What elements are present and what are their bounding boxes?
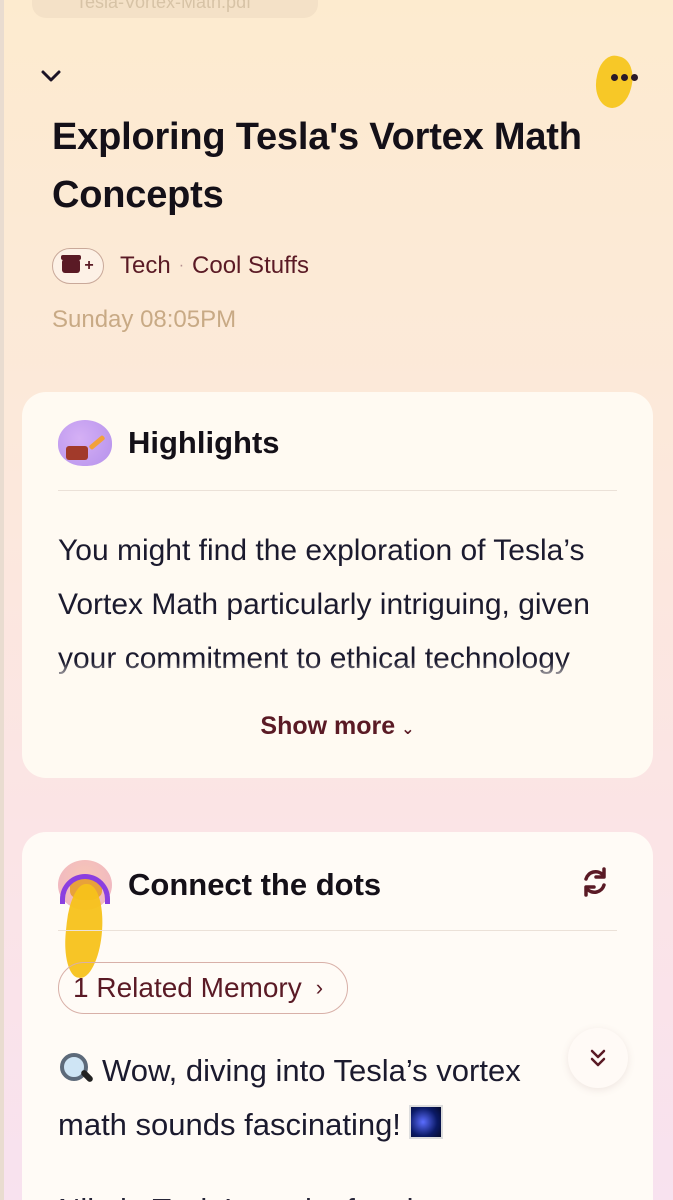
connect-dots-text: Wow, diving into Tesla’s vortex math sou… (58, 1044, 578, 1152)
show-more-label: Show more (260, 712, 396, 740)
tag-tech[interactable]: Tech (120, 252, 171, 280)
timestamp: Sunday 08:05PM (52, 306, 237, 333)
highlights-title: Highlights (128, 425, 280, 460)
show-more-button[interactable]: Show more ⌄ (22, 712, 653, 741)
plus-icon: + (84, 257, 94, 274)
double-chevron-down-icon (590, 1049, 606, 1067)
related-memory-label: 1 Related Memory (73, 972, 302, 1003)
add-collection-button[interactable]: + (52, 248, 104, 284)
highlighter-mark (590, 52, 638, 112)
page-title: Exploring Tesla's Vortex Math Concepts (52, 116, 582, 216)
connect-dots-text-continued: Nikola Tesla’s work often intersects (58, 1192, 539, 1200)
tag-separator: · (178, 257, 185, 274)
chat-text-line: Wow, diving into Tesla’s vortex math sou… (58, 1053, 521, 1142)
more-horizontal-icon (610, 73, 638, 81)
connect-dots-header: Connect the dots (58, 860, 381, 910)
attachment-name: Tesla-Vortex-Math.pdf (76, 0, 252, 12)
highlights-text: You might find the exploration of Tesla’… (58, 524, 628, 684)
collection-add-icon (61, 255, 82, 273)
refresh-icon (584, 867, 606, 897)
galaxy-emoji-icon (408, 1105, 443, 1139)
highlights-card: Highlights You might find the exploratio… (22, 392, 653, 778)
related-memory-button[interactable]: 1 Related Memory › (58, 962, 349, 1014)
divider (58, 930, 617, 931)
divider (58, 490, 617, 491)
magnifier-icon (58, 1051, 94, 1087)
reader-avatar-icon (58, 420, 112, 466)
connect-dots-title: Connect the dots (128, 867, 382, 902)
tag-row: + Tech · Cool Stuffs (52, 248, 309, 284)
collapse-button[interactable] (30, 58, 72, 94)
chevron-right-icon: › (315, 975, 324, 1000)
window-edge (0, 0, 4, 1200)
connect-dots-card: Connect the dots 1 Related Memory › Wow,… (22, 832, 653, 1200)
attachment-pill[interactable]: Tesla-Vortex-Math.pdf (32, 0, 318, 18)
tag-cool-stuffs[interactable]: Cool Stuffs (192, 252, 309, 280)
chevron-down-icon: ⌄ (401, 721, 415, 738)
more-options-button[interactable] (590, 52, 648, 112)
scroll-down-button[interactable] (568, 1028, 628, 1088)
highlights-header: Highlights (58, 420, 280, 466)
refresh-button[interactable] (575, 862, 615, 902)
chevron-down-icon (41, 70, 61, 82)
